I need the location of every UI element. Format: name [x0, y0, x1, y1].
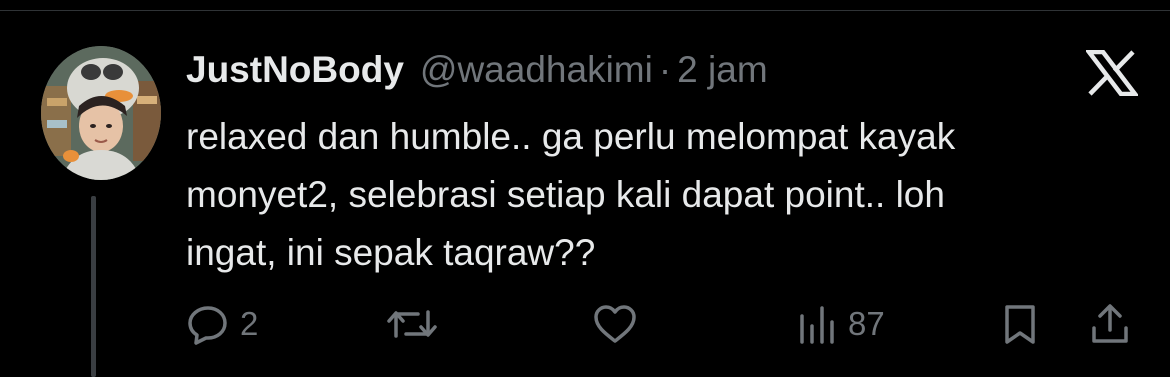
heart-icon — [594, 305, 636, 343]
x-logo-icon — [1086, 50, 1138, 96]
views-button[interactable]: 87 — [794, 298, 885, 350]
reply-button[interactable]: 2 — [186, 298, 258, 350]
views-count: 87 — [848, 305, 885, 342]
tweet-text-line: monyet2, selebrasi setiap kali dapat poi… — [186, 174, 945, 215]
repost-icon — [387, 310, 437, 338]
repost-button[interactable] — [384, 298, 440, 350]
views-icon — [800, 306, 834, 344]
timestamp[interactable]: 2 jam — [677, 48, 767, 92]
user-handle[interactable]: @waadhakimi — [420, 48, 653, 92]
reply-count: 2 — [240, 305, 259, 342]
thread-line — [91, 196, 96, 377]
top-divider — [0, 10, 1170, 11]
bookmark-button[interactable] — [998, 298, 1042, 350]
tweet-text: relaxed dan humble.. ga perlu melompat k… — [186, 108, 1136, 282]
action-bar: 2 87 — [186, 298, 1146, 350]
share-button[interactable] — [1088, 298, 1132, 350]
like-button[interactable] — [592, 298, 638, 350]
display-name[interactable]: JustNoBody — [186, 48, 404, 92]
share-icon — [1092, 304, 1128, 343]
tweet-header: JustNoBody @waadhakimi · 2 jam — [186, 48, 768, 92]
tweet-text-line: ingat, ini sepak taqraw?? — [186, 232, 596, 273]
separator-dot: · — [658, 49, 672, 90]
avatar-photo — [41, 46, 161, 180]
avatar[interactable] — [41, 46, 161, 180]
bookmark-icon — [1005, 305, 1035, 344]
tweet-text-line: relaxed dan humble.. ga perlu melompat k… — [186, 116, 956, 157]
reply-icon — [188, 306, 227, 345]
